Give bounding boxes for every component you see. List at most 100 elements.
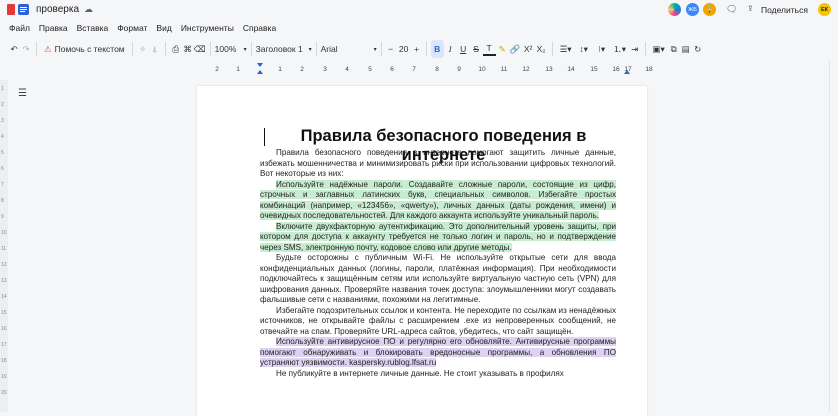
- menu-help[interactable]: Справка: [243, 23, 276, 33]
- clear-format-icon[interactable]: ⌫: [194, 40, 206, 58]
- redo-icon[interactable]: ↷: [20, 40, 32, 58]
- menu-tools[interactable]: Инструменты: [181, 23, 234, 33]
- bulleted-list-icon[interactable]: ⁝▾: [593, 40, 611, 58]
- help-text-button[interactable]: ⚠ Помочь с текстом: [41, 40, 128, 58]
- left-margin-marker[interactable]: [257, 70, 263, 74]
- menu-insert[interactable]: Вставка: [77, 23, 109, 33]
- divider: [551, 42, 553, 56]
- font-size-increase[interactable]: +: [412, 40, 422, 58]
- ruler[interactable]: 2 1 1 2 3 4 5 6 7 8 9 10 11 12 13 14 15 …: [200, 63, 660, 77]
- outline-icon[interactable]: ☰: [18, 88, 27, 99]
- menu-view[interactable]: Вид: [156, 23, 171, 33]
- superscript-button[interactable]: X²: [522, 40, 535, 58]
- paragraph[interactable]: Будьте осторожны с публичным Wi-Fi. Не и…: [260, 253, 616, 306]
- divider: [36, 42, 37, 56]
- document-page[interactable]: Правила безопасного поведения в интернет…: [197, 86, 647, 416]
- bold-button[interactable]: B: [430, 40, 444, 58]
- paragraph[interactable]: Правила безопасного поведения в интернет…: [260, 148, 616, 180]
- paragraph[interactable]: Избегайте подозрительных ссылок и контен…: [260, 306, 616, 338]
- menu-bar: Файл Правка Вставка Формат Вид Инструмен…: [0, 20, 276, 36]
- insert-link-icon[interactable]: ⧉: [668, 40, 680, 58]
- divider: [131, 42, 133, 56]
- ruler-mark: 1: [278, 66, 282, 73]
- vertical-ruler-mark: 4: [1, 134, 4, 140]
- subscript-button[interactable]: X₂: [535, 40, 548, 58]
- vertical-ruler-mark: 14: [1, 294, 7, 300]
- vertical-ruler-mark: 16: [1, 326, 7, 332]
- vertical-ruler: 1 2 3 4 5 6 7 8 9 10 11 12 13 14 15 16 1…: [0, 80, 8, 412]
- divider: [425, 42, 427, 56]
- ruler-mark: 5: [368, 66, 372, 73]
- comments-icon[interactable]: 🗨: [726, 4, 737, 15]
- style-value: Заголовок 1: [255, 44, 303, 54]
- docs-app-icon[interactable]: [18, 4, 29, 15]
- paragraph[interactable]: Используйте антивирусное ПО и регулярно …: [260, 337, 616, 369]
- font-size-value[interactable]: 20: [396, 40, 412, 58]
- document-body[interactable]: Правила безопасного поведения в интернет…: [260, 148, 616, 379]
- vertical-ruler-mark: 12: [1, 262, 7, 268]
- user-avatar[interactable]: ЕК: [818, 3, 831, 16]
- paragraph[interactable]: Не публикуйте в интернете личные данные.…: [260, 369, 616, 380]
- ruler-mark: 9: [457, 66, 461, 73]
- more-icon[interactable]: ↻: [692, 40, 704, 58]
- document-name[interactable]: проверка: [36, 4, 79, 15]
- numbered-list-icon[interactable]: ⒈▾: [611, 40, 629, 58]
- font-size-decrease[interactable]: −: [386, 40, 396, 58]
- align-icon[interactable]: ☰▾: [557, 40, 575, 58]
- vertical-ruler-mark: 8: [1, 198, 4, 204]
- app-logo-icon[interactable]: [7, 4, 15, 15]
- ruler-mark: 17: [624, 66, 632, 73]
- line-spacing-icon[interactable]: ↕▾: [575, 40, 593, 58]
- ruler-mark: 14: [567, 66, 575, 73]
- strikethrough-button[interactable]: S: [470, 40, 483, 58]
- vertical-ruler-mark: 6: [1, 166, 4, 172]
- divider: [164, 42, 166, 56]
- menu-format[interactable]: Формат: [117, 23, 147, 33]
- print-icon[interactable]: ⎙: [170, 40, 182, 58]
- ruler-mark: 6: [390, 66, 394, 73]
- paragraph-text: Не публикуйте в интернете личные данные.…: [276, 368, 564, 378]
- ruler-mark: 2: [215, 66, 219, 73]
- highlight-button[interactable]: ✎: [496, 40, 509, 58]
- undo-icon[interactable]: ↶: [8, 40, 20, 58]
- paragraph-text-highlighted: Используйте надёжные пароли. Создавайте …: [260, 179, 616, 220]
- comment-icon[interactable]: ▤: [680, 40, 692, 58]
- font-select[interactable]: Arial ▾: [321, 40, 377, 58]
- magic-icon[interactable]: ✧: [137, 40, 149, 58]
- vertical-ruler-mark: 1: [1, 86, 4, 92]
- vertical-scrollbar[interactable]: [829, 60, 838, 412]
- ruler-mark: 7: [412, 66, 416, 73]
- paragraph-text-highlighted: Включите двухфакторную аутентификацию. Э…: [260, 221, 616, 252]
- chevron-down-icon: ▾: [243, 46, 247, 53]
- ruler-mark: 11: [500, 66, 508, 73]
- share-button[interactable]: Поделиться: [761, 5, 808, 15]
- paragraph[interactable]: Используйте надёжные пароли. Создавайте …: [260, 179, 616, 222]
- toolbar: ↶ ↷ ⚠ Помочь с текстом ✧ ⍋ ⎙ ⌘ ⌫ 100% ▾ З…: [0, 38, 838, 60]
- image-icon[interactable]: ▣▾: [650, 40, 668, 58]
- collab-avatar-zhb[interactable]: ЖБ: [686, 3, 699, 16]
- collab-avatar-lock[interactable]: 🔒: [703, 3, 716, 16]
- zoom-select[interactable]: 100% ▾: [215, 40, 247, 58]
- left-indent-marker[interactable]: [257, 63, 263, 67]
- link-icon[interactable]: 🔗: [509, 40, 522, 58]
- italic-button[interactable]: I: [444, 40, 457, 58]
- paragraph[interactable]: Включите двухфакторную аутентификацию. Э…: [260, 221, 616, 254]
- underline-button[interactable]: U: [457, 40, 470, 58]
- paint-format-icon[interactable]: ⌘: [182, 40, 194, 58]
- menu-edit[interactable]: Правка: [39, 23, 68, 33]
- text-color-button[interactable]: T: [482, 42, 496, 56]
- ruler-mark: 10: [478, 66, 486, 73]
- paragraph-text-highlighted: Используйте антивирусное ПО и регулярно …: [260, 337, 616, 367]
- ruler-mark: 16: [612, 66, 620, 73]
- pin-icon[interactable]: ⍋: [149, 40, 161, 58]
- indent-icon[interactable]: ⇥: [629, 40, 641, 58]
- share-icon[interactable]: ⇪: [747, 4, 754, 13]
- divider: [250, 42, 252, 56]
- vertical-ruler-mark: 18: [1, 358, 7, 364]
- menu-file[interactable]: Файл: [9, 23, 30, 33]
- help-text-label: Помочь с текстом: [54, 44, 125, 54]
- style-select[interactable]: Заголовок 1 ▾: [256, 40, 312, 58]
- collab-avatar-multicolor[interactable]: [668, 3, 681, 16]
- ruler-mark: 1: [236, 66, 240, 73]
- ruler-mark: 4: [345, 66, 349, 73]
